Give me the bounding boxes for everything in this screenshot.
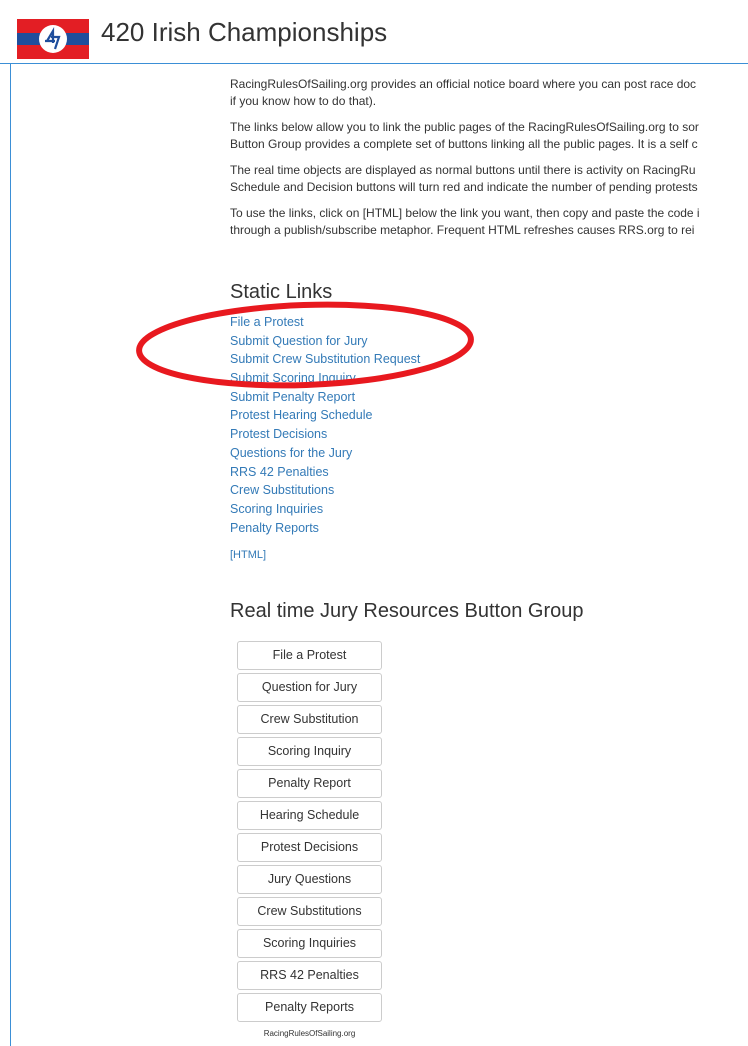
rrs42-penalties-button[interactable]: RRS 42 Penalties xyxy=(237,961,382,990)
intro-paragraph: To use the links, click on [HTML] below … xyxy=(230,206,700,237)
static-link-penalty-report[interactable]: Submit Penalty Report xyxy=(230,390,355,404)
page-title: 420 Irish Championships xyxy=(101,17,388,47)
file-protest-button[interactable]: File a Protest xyxy=(237,641,382,670)
page-header: 420 Irish Championships xyxy=(0,0,748,64)
scoring-inquiry-button[interactable]: Scoring Inquiry xyxy=(237,737,382,766)
realtime-heading: Real time Jury Resources Button Group xyxy=(230,600,584,622)
static-link-crew-substitutions[interactable]: Crew Substitutions xyxy=(230,483,334,497)
crew-substitutions-button[interactable]: Crew Substitutions xyxy=(237,897,382,926)
static-links-list: File a Protest Submit Question for Jury … xyxy=(230,313,420,537)
static-link-penalty-reports[interactable]: Penalty Reports xyxy=(230,521,319,535)
crew-substitution-button[interactable]: Crew Substitution xyxy=(237,705,382,734)
static-link-protest-decisions[interactable]: Protest Decisions xyxy=(230,427,327,441)
protest-decisions-button[interactable]: Protest Decisions xyxy=(237,833,382,862)
static-link-question-jury[interactable]: Submit Question for Jury xyxy=(230,334,368,348)
static-links-html-link[interactable]: [HTML] xyxy=(230,549,266,561)
static-link-rrs42-penalties[interactable]: RRS 42 Penalties xyxy=(230,465,329,479)
intro-paragraph: The links below allow you to link the pu… xyxy=(230,120,699,151)
static-link-scoring-inquiry[interactable]: Submit Scoring Inquiry xyxy=(230,371,356,385)
intro-text: RacingRulesOfSailing.org provides an off… xyxy=(230,76,748,248)
penalty-report-button[interactable]: Penalty Report xyxy=(237,769,382,798)
penalty-reports-button[interactable]: Penalty Reports xyxy=(237,993,382,1022)
static-link-questions-jury[interactable]: Questions for the Jury xyxy=(230,446,352,460)
static-links-heading: Static Links xyxy=(230,281,333,303)
static-link-crew-substitution[interactable]: Submit Crew Substitution Request xyxy=(230,352,420,366)
question-jury-button[interactable]: Question for Jury xyxy=(237,673,382,702)
static-link-file-protest[interactable]: File a Protest xyxy=(230,315,304,329)
jury-questions-button[interactable]: Jury Questions xyxy=(237,865,382,894)
static-link-hearing-schedule[interactable]: Protest Hearing Schedule xyxy=(230,408,372,422)
scoring-inquiries-button[interactable]: Scoring Inquiries xyxy=(237,929,382,958)
hearing-schedule-button[interactable]: Hearing Schedule xyxy=(237,801,382,830)
static-link-scoring-inquiries[interactable]: Scoring Inquiries xyxy=(230,502,323,516)
realtime-button-group: File a Protest Question for Jury Crew Su… xyxy=(237,641,382,1025)
class-burgee-icon xyxy=(17,19,89,59)
intro-paragraph: The real time objects are displayed as n… xyxy=(230,163,698,194)
rrs-footer-brand: RacingRulesOfSailing.org xyxy=(263,1029,356,1038)
intro-paragraph: RacingRulesOfSailing.org provides an off… xyxy=(230,77,697,108)
